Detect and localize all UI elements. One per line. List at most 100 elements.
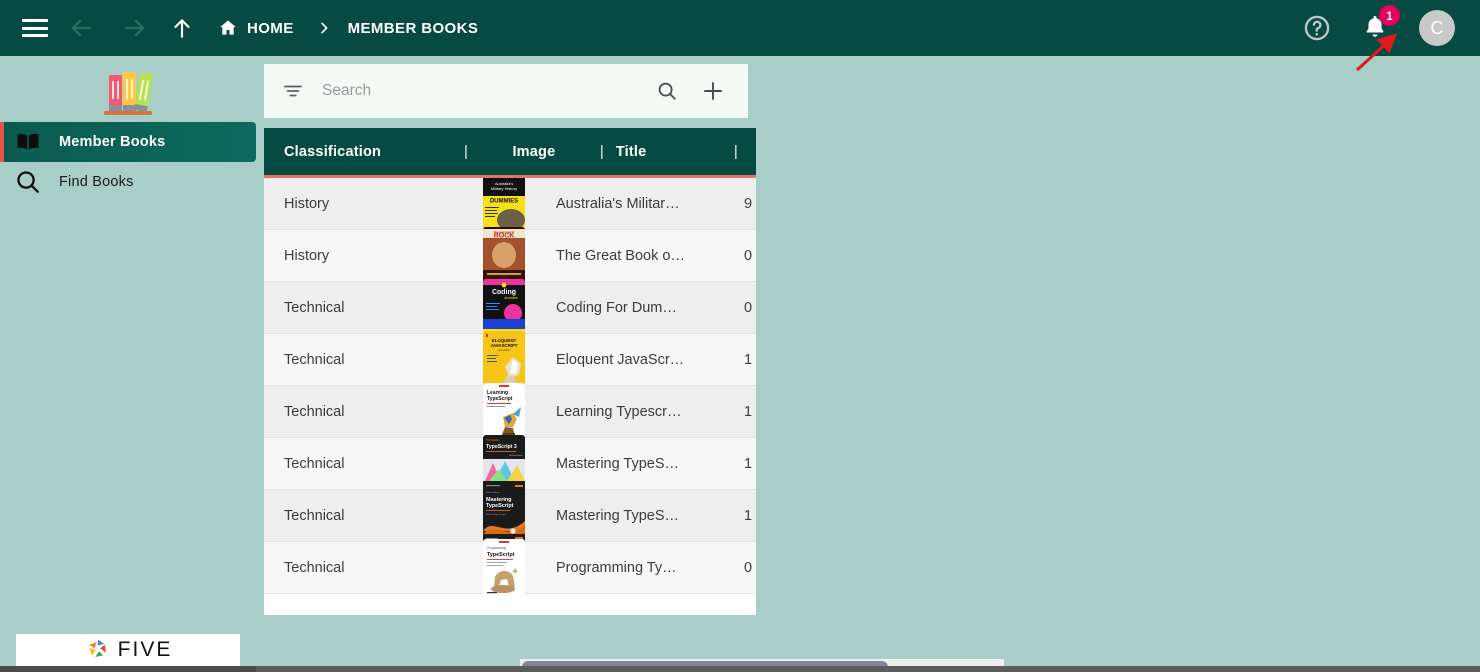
home-icon xyxy=(218,18,238,38)
search-bar xyxy=(264,64,748,118)
cell-image: Third Edition TypeScript 3 Nathan Brown xyxy=(464,434,544,493)
book-cover-thumbnail: ELOQUENT JAVASCRIPT 3rd edition xyxy=(483,330,525,389)
svg-text:Third Edition: Third Edition xyxy=(486,439,500,442)
svg-text:Coding: Coding xyxy=(492,289,516,296)
cell-image: Fourth Edition Mastering TypeScript Buil… xyxy=(464,486,544,545)
notifications-bell-button[interactable]: 1 xyxy=(1361,5,1400,43)
book-cover-thumbnail: Programming TypeScript xyxy=(483,538,525,597)
main-panel: Classification | Image | Title | ISBN Hi… xyxy=(256,56,1004,672)
search-icon[interactable] xyxy=(654,78,680,104)
book-cover-thumbnail: Fourth Edition Mastering TypeScript Buil… xyxy=(483,486,525,545)
cell-title: Mastering TypeS… xyxy=(556,507,680,524)
cell-classification: Technical xyxy=(284,351,345,368)
table-row[interactable]: Technical Third Edition TypeScript 3 Nat… xyxy=(264,434,756,493)
cell-isbn: 0 xyxy=(744,247,753,264)
column-header-isbn[interactable]: ISBN xyxy=(738,144,757,160)
cell-image: Programming TypeScript xyxy=(464,538,544,597)
cell-title: Programming Ty… xyxy=(556,559,677,576)
breadcrumb-current-page: MEMBER BOOKS xyxy=(347,19,479,37)
cell-isbn: 1 xyxy=(744,455,753,472)
svg-text:Programming: Programming xyxy=(487,546,506,550)
cell-image: ELOQUENT JAVASCRIPT 3rd edition xyxy=(464,330,544,389)
five-brand-logo: FIVE xyxy=(16,634,240,666)
svg-text:Nathan Brown: Nathan Brown xyxy=(509,454,524,457)
magnifier-icon xyxy=(14,169,42,195)
cell-classification: Technical xyxy=(284,403,345,420)
grid-header-row: Classification | Image | Title | ISBN xyxy=(264,128,756,178)
svg-text:TypeScript: TypeScript xyxy=(486,503,514,509)
five-pinwheel-icon xyxy=(88,639,106,657)
cell-title: Mastering TypeS… xyxy=(556,455,680,472)
cell-isbn: 1 xyxy=(744,351,753,368)
column-header-classification[interactable]: Classification xyxy=(264,144,464,160)
top-bar-actions: 1 C xyxy=(1303,0,1480,56)
add-record-icon[interactable] xyxy=(700,78,726,104)
table-row[interactable]: Technical Coding dummies Coding For Dum…… xyxy=(264,278,756,337)
sidebar-item-label: Member Books xyxy=(59,134,166,150)
cell-image: Learning TypeScript xyxy=(464,382,544,441)
app-root: HOME MEMBER BOOKS 1 C Member Books Find … xyxy=(0,0,1480,672)
column-separator[interactable]: | xyxy=(600,143,604,160)
cell-isbn: 1 xyxy=(744,507,753,524)
back-arrow-icon[interactable] xyxy=(60,7,102,49)
sidebar: Member Books Find Books FIVE xyxy=(0,56,256,672)
cell-image: Australia's Military History DUMMIES xyxy=(464,178,544,233)
book-cover-thumbnail: The great book of ROCK xyxy=(483,226,525,285)
column-separator[interactable]: | xyxy=(734,143,738,160)
book-cover-thumbnail: Australia's Military History DUMMIES xyxy=(483,178,525,233)
search-input[interactable] xyxy=(322,82,654,100)
open-book-icon xyxy=(14,132,42,152)
book-cover-thumbnail: Third Edition TypeScript 3 Nathan Brown xyxy=(483,434,525,493)
svg-text:DUMMIES: DUMMIES xyxy=(490,198,518,204)
breadcrumb-chevron-icon xyxy=(316,20,332,36)
table-row[interactable]: Technical Fourth Edition Mastering TypeS… xyxy=(264,486,756,545)
hamburger-menu-icon[interactable] xyxy=(22,19,48,37)
cell-isbn: 9 xyxy=(744,195,753,212)
column-separator[interactable]: | xyxy=(464,143,468,160)
help-icon[interactable] xyxy=(1303,14,1331,42)
sidebar-item-find-books[interactable]: Find Books xyxy=(0,162,256,202)
svg-text:Build enterprise apps: Build enterprise apps xyxy=(486,513,507,516)
data-grid: Classification | Image | Title | ISBN Hi… xyxy=(264,128,756,672)
table-row[interactable]: Technical Learning TypeScript Learning T… xyxy=(264,382,756,441)
notification-count-badge: 1 xyxy=(1379,5,1400,26)
cell-classification: History xyxy=(284,195,330,212)
svg-text:TypeScript: TypeScript xyxy=(487,396,513,402)
sidebar-item-member-books[interactable]: Member Books xyxy=(0,122,256,162)
window-bottom-scrollbar-left xyxy=(0,666,256,672)
cell-image: Coding dummies xyxy=(464,278,544,337)
user-avatar[interactable]: C xyxy=(1419,10,1455,46)
svg-text:JAVASCRIPT: JAVASCRIPT xyxy=(490,343,517,348)
five-brand-text: FIVE xyxy=(117,638,173,661)
cell-isbn: 0 xyxy=(744,559,753,576)
sidebar-item-label: Find Books xyxy=(59,174,134,190)
book-cover-thumbnail: Learning TypeScript xyxy=(483,382,525,441)
cell-classification: Technical xyxy=(284,299,345,316)
books-logo-icon xyxy=(0,56,256,122)
cell-classification: History xyxy=(284,247,330,264)
cell-title: The Great Book o… xyxy=(556,247,685,264)
top-app-bar: HOME MEMBER BOOKS 1 C xyxy=(0,0,1480,56)
up-arrow-icon[interactable] xyxy=(162,8,202,48)
svg-text:TypeScript: TypeScript xyxy=(487,552,515,558)
cell-title: Eloquent JavaScr… xyxy=(556,351,685,368)
cell-image: The great book of ROCK xyxy=(464,226,544,285)
svg-text:dummies: dummies xyxy=(504,296,518,300)
table-row[interactable]: Technical Programming TypeScript Program… xyxy=(264,538,756,597)
table-row[interactable]: History Australia's Military History DUM… xyxy=(264,178,756,233)
cell-classification: Technical xyxy=(284,507,345,524)
cell-isbn: 1 xyxy=(744,403,753,420)
table-row[interactable]: History The great book of ROCK The Great… xyxy=(264,226,756,285)
filter-icon[interactable] xyxy=(282,80,304,102)
column-header-title[interactable]: Title xyxy=(604,144,734,160)
cell-classification: Technical xyxy=(284,455,345,472)
cell-title: Learning Typescr… xyxy=(556,403,682,420)
table-row[interactable]: Technical ELOQUENT JAVASCRIPT 3rd editio… xyxy=(264,330,756,389)
svg-text:TypeScript 3: TypeScript 3 xyxy=(486,444,517,450)
cell-classification: Technical xyxy=(284,559,345,576)
forward-arrow-icon[interactable] xyxy=(114,7,156,49)
column-header-image[interactable]: Image xyxy=(494,144,574,160)
breadcrumb-home[interactable]: HOME xyxy=(218,18,294,38)
svg-text:Fourth Edition: Fourth Edition xyxy=(486,491,500,494)
grid-body: History Australia's Military History DUM… xyxy=(264,178,756,615)
